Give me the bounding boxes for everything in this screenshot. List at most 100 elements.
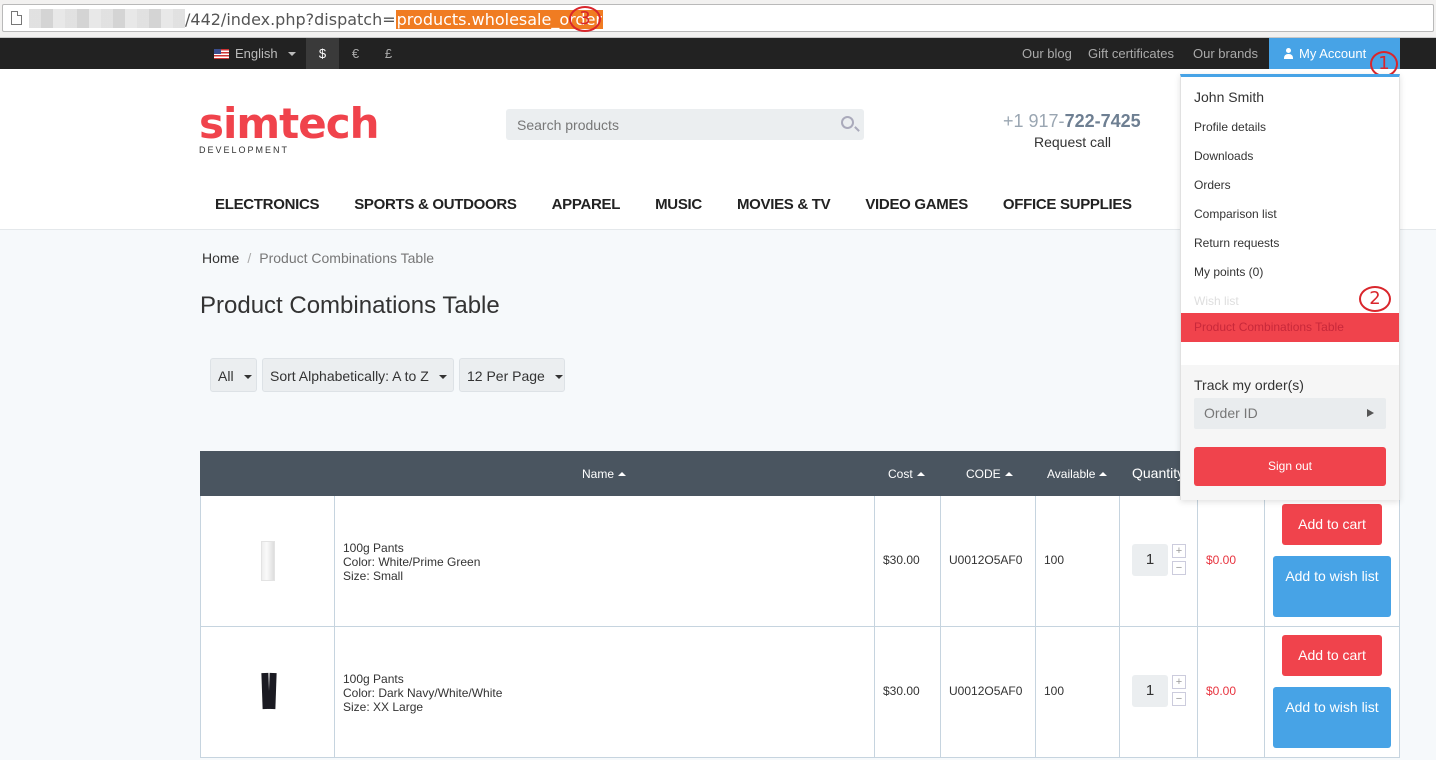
breadcrumb: Home / Product Combinations Table: [202, 250, 434, 266]
user-icon: [1283, 48, 1294, 59]
currency-eur[interactable]: €: [339, 38, 372, 69]
nav-video-games[interactable]: VIDEO GAMES: [865, 196, 968, 213]
available-cell: 100: [1036, 627, 1120, 757]
nav-sports-outdoors[interactable]: SPORTS & OUTDOORS: [354, 196, 517, 213]
add-to-cart-button[interactable]: Add to cart: [1282, 635, 1382, 676]
gift-certificates-link[interactable]: Gift certificates: [1088, 46, 1174, 61]
submit-arrow-icon[interactable]: [1367, 409, 1374, 417]
category-filter-dropdown[interactable]: All: [210, 358, 257, 392]
per-page-dropdown[interactable]: 12 Per Page: [459, 358, 565, 392]
track-order-label: Track my order(s): [1194, 377, 1304, 393]
available-cell: 100: [1036, 496, 1120, 626]
cost-cell: $30.00: [875, 627, 941, 757]
url-prefix: /442/index.php?dispatch=: [185, 10, 396, 29]
url-field[interactable]: /442/index.php?dispatch=products.wholesa…: [2, 4, 1434, 32]
product-code: U0012O5AF0: [949, 684, 1023, 698]
product-size: Size: XX Large: [343, 700, 424, 714]
phone-main: 722-7425: [1064, 111, 1141, 131]
chevron-down-icon: [554, 375, 563, 380]
nav-music[interactable]: MUSIC: [655, 196, 702, 213]
phone-prefix: +1 917-: [1003, 111, 1065, 131]
main-nav: ELECTRONICS SPORTS & OUTDOORS APPAREL MU…: [215, 196, 1167, 213]
product-available: 100: [1044, 553, 1065, 567]
add-to-wish-list-button[interactable]: Add to wish list: [1273, 556, 1391, 617]
menu-comparison-list[interactable]: Comparison list: [1194, 207, 1277, 221]
order-id-input[interactable]: Order ID: [1194, 398, 1386, 429]
our-blog-link[interactable]: Our blog: [1022, 46, 1072, 61]
nav-apparel[interactable]: APPAREL: [552, 196, 621, 213]
currency-gbp[interactable]: £: [372, 38, 405, 69]
minus-icon[interactable]: −: [1172, 561, 1186, 575]
quantity-cell: 1 + −: [1120, 496, 1198, 626]
nav-office-supplies[interactable]: OFFICE SUPPLIES: [1003, 196, 1132, 213]
product-name[interactable]: 100g Pants: [343, 672, 502, 686]
sort-dropdown[interactable]: Sort Alphabetically: A to Z: [262, 358, 454, 392]
currency-usd[interactable]: $: [306, 38, 339, 69]
product-name-cell: 100g Pants Color: White/Prime Green Size…: [335, 496, 875, 626]
menu-return-requests[interactable]: Return requests: [1194, 236, 1279, 250]
column-name-label: Name: [582, 467, 615, 481]
redacted-host: [29, 9, 185, 28]
search-placeholder: Search products: [517, 117, 619, 133]
actions-cell: Add to cart Add to wish list: [1265, 496, 1400, 626]
column-code[interactable]: CODE: [966, 467, 1013, 481]
product-name[interactable]: 100g Pants: [343, 541, 480, 555]
menu-product-combinations-table[interactable]: Product Combinations Table: [1181, 313, 1399, 342]
column-available-label: Available: [1047, 467, 1096, 481]
quantity-stepper[interactable]: 1: [1132, 544, 1168, 576]
sort-asc-icon: [618, 472, 627, 476]
sort-asc-icon: [1004, 472, 1013, 476]
language-selector[interactable]: English: [214, 46, 296, 61]
us-flag-icon: [214, 48, 229, 59]
chevron-down-icon: [243, 375, 252, 380]
column-name[interactable]: Name: [582, 467, 627, 481]
column-cost[interactable]: Cost: [888, 467, 925, 481]
order-id-placeholder: Order ID: [1204, 405, 1258, 421]
sort-value: Sort Alphabetically: A to Z: [270, 368, 429, 384]
sign-out-button[interactable]: Sign out: [1194, 447, 1386, 486]
menu-wish-list[interactable]: Wish list: [1194, 294, 1239, 308]
search-input[interactable]: Search products: [506, 109, 864, 140]
add-to-cart-button[interactable]: Add to cart: [1282, 504, 1382, 545]
white-pants-thumbnail[interactable]: [261, 541, 275, 581]
total-cell: $0.00: [1198, 496, 1265, 626]
minus-icon[interactable]: −: [1172, 692, 1186, 706]
quantity-stepper[interactable]: 1: [1132, 675, 1168, 707]
code-cell: U0012O5AF0: [941, 627, 1036, 757]
breadcrumb-current: Product Combinations Table: [259, 250, 435, 266]
menu-orders[interactable]: Orders: [1194, 178, 1231, 192]
product-size: Size: Small: [343, 569, 404, 583]
plus-icon[interactable]: +: [1172, 544, 1186, 558]
product-cost: $30.00: [883, 684, 920, 698]
annotation-3: 3: [569, 6, 601, 32]
product-image-cell: [201, 496, 335, 626]
dark-pants-thumbnail[interactable]: [249, 671, 289, 711]
annotation-2: 2: [1359, 286, 1391, 312]
our-brands-link[interactable]: Our brands: [1193, 46, 1258, 61]
menu-downloads[interactable]: Downloads: [1194, 149, 1253, 163]
search-icon[interactable]: [841, 116, 854, 129]
plus-icon[interactable]: +: [1172, 675, 1186, 689]
product-color: Color: Dark Navy/White/White: [343, 686, 503, 700]
column-available[interactable]: Available: [1047, 467, 1108, 481]
breadcrumb-home[interactable]: Home: [202, 250, 239, 266]
nav-electronics[interactable]: ELECTRONICS: [215, 196, 320, 213]
cost-cell: $30.00: [875, 496, 941, 626]
page-title: Product Combinations Table: [200, 292, 500, 319]
url-text[interactable]: /442/index.php?dispatch=products.wholesa…: [185, 10, 603, 29]
quantity-cell: 1 + −: [1120, 627, 1198, 757]
nav-movies-tv[interactable]: MOVIES & TV: [737, 196, 831, 213]
request-call-link[interactable]: Request call: [1034, 134, 1111, 150]
site-logo[interactable]: simtech DEVELOPMENT: [199, 103, 380, 156]
menu-my-points[interactable]: My points (0): [1194, 265, 1263, 279]
menu-profile-details[interactable]: Profile details: [1194, 120, 1266, 134]
add-to-wish-list-button[interactable]: Add to wish list: [1273, 687, 1391, 748]
phone-number: +1 917-722-7425: [1003, 111, 1141, 132]
chevron-down-icon: [438, 375, 447, 380]
product-cost: $30.00: [883, 553, 920, 567]
track-order-section: Track my order(s) Order ID Sign out: [1181, 365, 1399, 500]
table-header: Name Cost CODE Available Quantity: [200, 451, 1200, 496]
account-user-name: John Smith: [1194, 89, 1265, 105]
column-code-label: CODE: [966, 467, 1001, 481]
my-account-label: My Account: [1299, 46, 1367, 61]
